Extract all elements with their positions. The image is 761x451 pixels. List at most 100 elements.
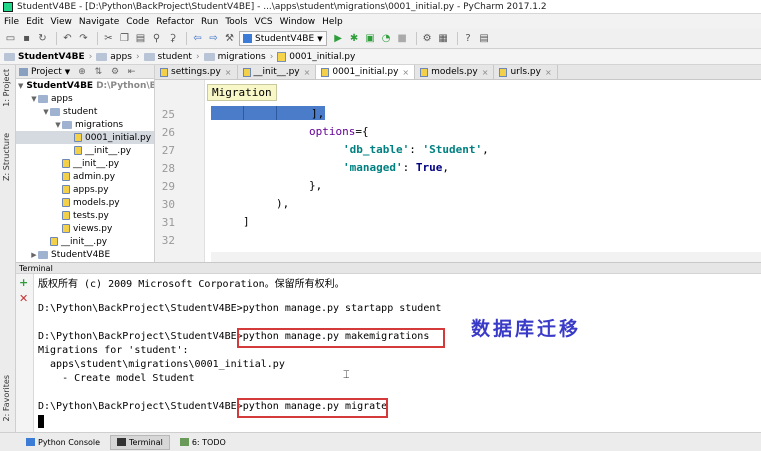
editor-tab[interactable]: __init__.py × — [237, 65, 317, 79]
expand-arrow-icon[interactable]: ▼ — [30, 95, 38, 103]
panel-tools-icons[interactable]: ⊕ ⇅ ⚙ ⇤ — [78, 67, 138, 77]
build-icon[interactable]: ⚒ — [223, 32, 236, 45]
tree-item[interactable]: ▼ apps — [16, 92, 154, 105]
paste-icon[interactable]: ▤ — [134, 32, 147, 45]
menu-tools[interactable]: Tools — [225, 17, 247, 27]
breadcrumb: StudentV4BE › apps › student › migrations › … — [0, 49, 761, 65]
terminal-line: apps\student\migrations\0001_initial.py — [38, 359, 285, 370]
editor-tab[interactable]: settings.py × — [155, 65, 238, 79]
highlight-migrate — [237, 398, 388, 418]
expand-arrow-icon[interactable]: ▶ — [30, 251, 38, 259]
expand-arrow-icon[interactable]: ▼ — [42, 108, 50, 116]
line-number: 28 — [161, 162, 175, 175]
tab-terminal[interactable]: Terminal — [110, 434, 170, 450]
tree-item[interactable]: __init__.py — [16, 157, 154, 170]
editor-horizontal-scroll[interactable] — [211, 252, 761, 262]
tab-python-console[interactable]: Python Console — [20, 435, 106, 450]
terminal-output[interactable]: 版权所有 (c) 2009 Microsoft Corporation。保留所有… — [34, 274, 761, 432]
copy-icon[interactable]: ❐ — [118, 32, 131, 45]
python-file-icon — [62, 211, 70, 220]
help-icon[interactable]: ? — [462, 32, 475, 45]
python-file-icon — [62, 159, 70, 168]
breadcrumb-item[interactable]: student › — [143, 52, 200, 62]
menu-help[interactable]: Help — [322, 17, 343, 27]
save-all-icon[interactable]: ▪ — [20, 32, 33, 45]
open-folder-icon[interactable]: ▭ — [4, 32, 17, 45]
breadcrumb-item[interactable]: StudentV4BE › — [4, 52, 92, 62]
tree-item[interactable]: admin.py — [16, 170, 154, 183]
structure-tool-tab[interactable]: Z: Structure — [2, 133, 11, 181]
replace-icon[interactable]: ⚳ — [166, 32, 179, 45]
code-editor[interactable]: 25 26 27 28 29 30 31 32 ], options={ 'db… — [155, 80, 761, 262]
breadcrumb-item[interactable]: 0001_initial.py — [277, 51, 355, 62]
breadcrumb-item[interactable]: migrations › — [203, 52, 273, 62]
forward-icon[interactable]: ⇨ — [207, 32, 220, 45]
new-session-icon[interactable]: + — [19, 276, 28, 289]
project-structure-icon[interactable]: ▦ — [437, 32, 450, 45]
tree-item[interactable]: models.py — [16, 196, 154, 209]
terminal-line: 版权所有 (c) 2009 Microsoft Corporation。保留所有… — [38, 279, 345, 290]
menu-navigate[interactable]: Navigate — [79, 17, 119, 27]
undo-icon[interactable]: ↶ — [61, 32, 74, 45]
menu-vcs[interactable]: VCS — [254, 17, 272, 27]
close-tab-icon[interactable]: × — [545, 68, 552, 77]
close-tab-icon[interactable]: × — [225, 68, 232, 77]
project-view-selector[interactable]: Project — [31, 67, 62, 77]
breadcrumb-item[interactable]: apps › — [96, 52, 140, 62]
find-icon[interactable]: ⚲ — [150, 32, 163, 45]
settings-icon[interactable]: ⚙ — [421, 32, 434, 45]
line-number: 31 — [161, 216, 175, 229]
toolbar-separator — [456, 32, 458, 45]
favorites-tool-tab[interactable]: 2: Favorites — [2, 375, 11, 421]
tree-item-label: 0001_initial.py — [85, 132, 152, 143]
python-console-icon — [26, 438, 35, 446]
tree-item[interactable]: 0001_initial.py — [16, 131, 154, 144]
menu-refactor[interactable]: Refactor — [156, 17, 194, 27]
editor-tab[interactable]: urls.py × — [494, 65, 558, 79]
expand-arrow-icon[interactable]: ▼ — [18, 82, 23, 90]
run-icon[interactable]: ▶ — [332, 32, 345, 45]
edu-icon[interactable]: ▤ — [478, 32, 491, 45]
tree-item[interactable]: __init__.py — [16, 235, 154, 248]
menu-code[interactable]: Code — [126, 17, 149, 27]
tree-item[interactable]: ▼StudentV4BED:\Python\Ba — [16, 79, 154, 92]
close-tab-icon[interactable]: × — [482, 68, 489, 77]
menu-run[interactable]: Run — [201, 17, 218, 27]
tree-item[interactable]: views.py — [16, 222, 154, 235]
editor-tab[interactable]: models.py × — [415, 65, 495, 79]
tree-item[interactable]: ▼ student — [16, 105, 154, 118]
tree-item-label: StudentV4BE — [26, 80, 94, 91]
tree-item[interactable]: tests.py — [16, 209, 154, 222]
menu-file[interactable]: File — [4, 17, 19, 27]
project-tool-tab[interactable]: 1: Project — [2, 69, 11, 107]
python-file-icon — [420, 67, 429, 77]
menu-edit[interactable]: Edit — [26, 17, 43, 27]
tab-todo[interactable]: 6: TODO — [174, 435, 232, 450]
editor-tab[interactable]: 0001_initial.py × — [316, 65, 416, 79]
back-icon[interactable]: ⇦ — [191, 32, 204, 45]
close-tab-icon[interactable]: × — [304, 68, 311, 77]
coverage-icon[interactable]: ▣ — [364, 32, 377, 45]
menu-view[interactable]: View — [51, 17, 72, 27]
close-session-icon[interactable]: ✕ — [19, 292, 28, 305]
debug-icon[interactable]: ✱ — [348, 32, 361, 45]
stop-icon[interactable]: ■ — [396, 32, 409, 45]
tree-item[interactable]: ▼ migrations — [16, 118, 154, 131]
close-tab-icon[interactable]: × — [402, 68, 409, 77]
tree-item[interactable]: ▶ StudentV4BE — [16, 248, 154, 261]
redo-icon[interactable]: ↷ — [77, 32, 90, 45]
chevron-down-icon[interactable]: ▼ — [65, 68, 70, 76]
tree-item[interactable]: apps.py — [16, 183, 154, 196]
profile-icon[interactable]: ◔ — [380, 32, 393, 45]
sync-icon[interactable]: ↻ — [36, 32, 49, 45]
expand-arrow-icon[interactable]: ▼ — [54, 121, 62, 129]
editor-tab-bar: settings.py × __init__.py × 0001_initial.py ×… — [155, 65, 761, 80]
run-config-selector[interactable]: StudentV4BE ▼ — [239, 31, 327, 46]
python-file-icon — [62, 185, 70, 194]
terminal-line: Migrations for 'student': — [38, 345, 189, 356]
terminal-icon — [117, 438, 127, 446]
menu-window[interactable]: Window — [280, 17, 316, 27]
tree-item[interactable]: __init__.py — [16, 144, 154, 157]
line-number: 30 — [161, 198, 175, 211]
cut-icon[interactable]: ✂ — [102, 32, 115, 45]
